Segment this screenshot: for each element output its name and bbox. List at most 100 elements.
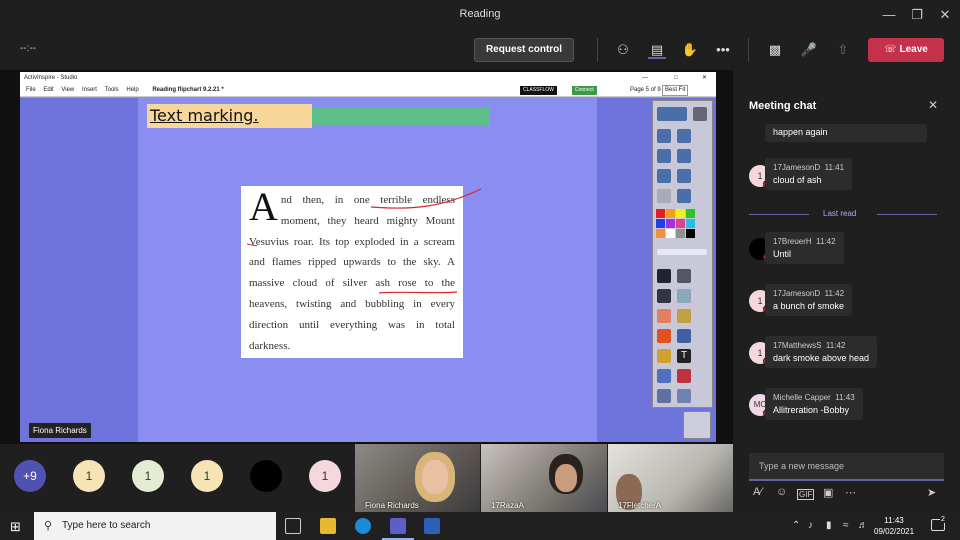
format-icon[interactable]: A⁄ (753, 486, 762, 498)
color-swatch-blue[interactable] (656, 219, 665, 228)
palette-connector-icon[interactable] (677, 329, 691, 343)
battery-icon[interactable]: ▮ (826, 520, 832, 531)
palette-globe-icon[interactable] (677, 189, 691, 203)
pen-width-slider[interactable] (657, 249, 707, 255)
color-swatch-yellow[interactable] (676, 209, 685, 218)
palette-eraser-icon[interactable] (657, 309, 671, 323)
palette-magic-ink-icon[interactable] (657, 369, 671, 383)
edge-icon[interactable] (355, 518, 371, 534)
chat-author: 17JamesonD (773, 289, 821, 298)
palette-prev-page-icon[interactable] (657, 169, 671, 183)
minimize-icon[interactable]: — (880, 6, 898, 24)
app-maximize-icon[interactable]: □ (674, 72, 678, 84)
chevron-up-icon[interactable]: ⌃ (792, 520, 800, 531)
menu-insert[interactable]: Insert (82, 87, 97, 93)
palette-redo-icon[interactable] (677, 389, 691, 403)
flipchart-tab[interactable]: Reading flipchart 9.2.21 * (152, 87, 223, 93)
task-view-icon[interactable] (285, 518, 301, 534)
color-swatch-peach[interactable] (656, 229, 665, 238)
palette-highlighter-icon[interactable] (677, 289, 691, 303)
color-swatch-white[interactable] (666, 229, 675, 238)
video-tile-fiona[interactable]: Fiona Richards (355, 444, 480, 512)
app-close-icon[interactable]: ✕ (702, 72, 707, 84)
palette-fill-icon[interactable] (677, 309, 691, 323)
palette-revealer-icon[interactable] (677, 369, 691, 383)
color-swatch-pink[interactable] (676, 219, 685, 228)
wifi-icon[interactable]: ≈ (843, 520, 849, 531)
menu-edit[interactable]: Edit (43, 87, 53, 93)
chat-compose-input[interactable]: Type a new message (749, 453, 944, 481)
close-icon[interactable]: ✕ (936, 6, 954, 24)
teams-icon[interactable] (390, 518, 406, 534)
windows-start-icon[interactable]: ⊞ (10, 519, 21, 535)
leave-button[interactable]: ☏ Leave (868, 38, 944, 62)
menu-help[interactable]: Help (126, 87, 138, 93)
maximize-icon[interactable]: ❐ (908, 6, 926, 24)
menu-file[interactable]: File (26, 87, 36, 93)
palette-select-icon[interactable] (657, 269, 671, 283)
palette-cross-icon[interactable] (677, 269, 691, 283)
more-compose-icon[interactable]: ⋯ (845, 486, 856, 499)
last-read-divider: Last read (749, 208, 937, 220)
color-swatch-black[interactable] (686, 229, 695, 238)
connect-button[interactable]: Connect (572, 86, 597, 95)
color-swatch-cyan[interactable] (686, 219, 695, 228)
raise-hand-icon[interactable]: ✋ (681, 41, 699, 59)
volume-icon[interactable]: ♬ (858, 520, 868, 531)
palette-export-button[interactable] (657, 107, 687, 121)
participant-avatar[interactable]: 1 (309, 460, 341, 492)
gif-icon[interactable]: GIF (797, 489, 815, 500)
send-icon[interactable]: ➤ (927, 486, 936, 499)
palette-text-icon[interactable]: T (677, 349, 691, 363)
participant-avatar[interactable]: 1 (132, 460, 164, 492)
menu-tools[interactable]: Tools (105, 87, 119, 93)
menu-view[interactable]: View (61, 87, 74, 93)
palette-flipchart-icon[interactable] (657, 129, 671, 143)
word-icon[interactable] (424, 518, 440, 534)
chat-message-text: happen again (773, 127, 828, 137)
request-control-button[interactable]: Request control (474, 38, 574, 62)
palette-undo-icon[interactable] (657, 389, 671, 403)
mic-off-icon[interactable]: 🎤 (800, 41, 818, 59)
share-screen-icon[interactable]: ⇧ (834, 41, 852, 59)
participant-avatar[interactable] (250, 460, 282, 492)
color-swatch-orange[interactable] (666, 209, 675, 218)
color-swatch-grey[interactable] (676, 229, 685, 238)
chat-icon[interactable]: ▤ (648, 41, 666, 59)
palette-zoom-icon[interactable] (677, 149, 691, 163)
palette-shape-icon[interactable] (657, 329, 671, 343)
color-swatch-green[interactable] (686, 209, 695, 218)
palette-next-page-icon[interactable] (677, 169, 691, 183)
palette-camera-icon[interactable] (657, 149, 671, 163)
palette-pin-icon[interactable] (693, 107, 707, 121)
taskbar-clock[interactable]: 11:43 09/02/2021 (874, 515, 914, 537)
participants-icon[interactable]: ⚇ (614, 41, 632, 59)
divider-line (749, 214, 809, 215)
chat-author: Michelle Capper (773, 393, 831, 402)
more-options-icon[interactable]: ••• (714, 41, 732, 59)
color-swatch-purple[interactable] (666, 219, 675, 228)
palette-crown-icon[interactable] (657, 349, 671, 363)
overflow-participants-badge[interactable]: +9 (14, 460, 46, 492)
palette-pen-icon[interactable] (657, 289, 671, 303)
participant-avatar[interactable]: 1 (73, 460, 105, 492)
chat-close-icon[interactable]: ✕ (928, 98, 938, 112)
zoom-select[interactable]: Best Fit (662, 85, 689, 96)
palette-browser-icon[interactable] (677, 129, 691, 143)
video-tile-fletcher[interactable]: 17FletcherA (608, 444, 733, 512)
camera-off-icon[interactable]: ▩ (766, 41, 784, 59)
meeting-toolbar: --:-- Request control ⚇ ▤ ✋ ••• ▩ 🎤 ⇧ ☏ … (0, 30, 960, 70)
microphone-icon[interactable]: ♪ (808, 520, 813, 531)
color-swatch-red[interactable] (656, 209, 665, 218)
app-minimize-icon[interactable]: — (642, 72, 648, 84)
palette-play-icon[interactable] (657, 189, 671, 203)
trash-icon[interactable] (683, 411, 711, 439)
chat-message: 17BreuerH 11:42 Until (765, 232, 844, 264)
video-tile-raza[interactable]: 17RazaA (481, 444, 607, 512)
taskbar-search-box[interactable]: ⚲ Type here to search (34, 512, 276, 540)
file-explorer-icon[interactable] (320, 518, 336, 534)
emoji-icon[interactable]: ☺ (776, 486, 787, 498)
tools-palette: T (652, 100, 713, 408)
sticker-icon[interactable]: ▣ (823, 486, 833, 499)
participant-avatar[interactable]: 1 (191, 460, 223, 492)
